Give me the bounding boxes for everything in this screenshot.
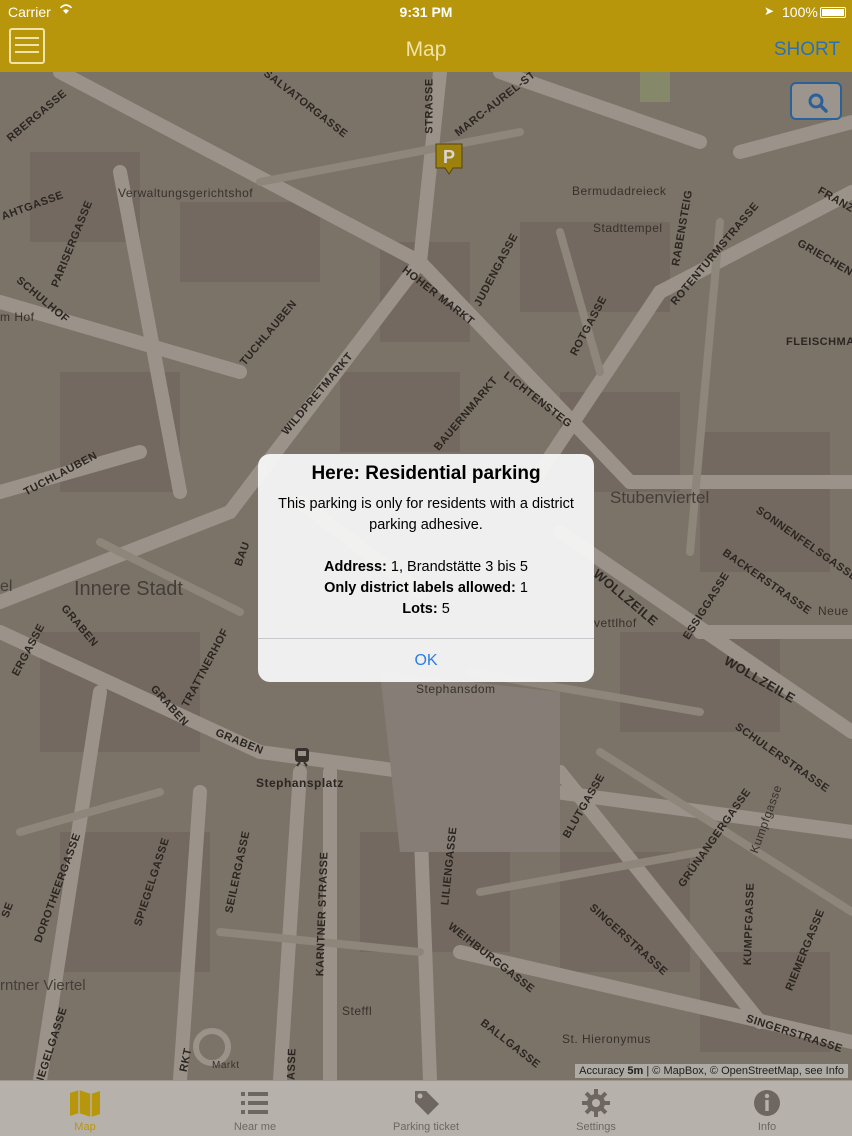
tab-label: Near me xyxy=(233,1121,277,1133)
address-row: Address: 1, Brandstätte 3 bis 5 xyxy=(258,557,594,578)
tab-settings[interactable]: Settings xyxy=(511,1081,681,1136)
district-labels-value: 1 xyxy=(515,580,528,596)
top-bar: Carrier 9:31 PM ➤ 100% Map SHORT xyxy=(0,0,852,72)
tab-info[interactable]: Info xyxy=(682,1081,852,1136)
battery-percent: 100% xyxy=(782,4,818,20)
district-labels-row: Only district labels allowed: 1 xyxy=(258,578,594,599)
status-time: 9:31 PM xyxy=(399,4,453,20)
address-value: 1, Brandstätte 3 bis 5 xyxy=(386,559,528,575)
list-icon xyxy=(238,1087,272,1119)
location-arrow-icon: ➤ xyxy=(764,4,775,18)
status-bar: Carrier 9:31 PM ➤ 100% xyxy=(0,0,852,24)
alert-message: This parking is only for residents with … xyxy=(278,496,574,533)
tab-label: Info xyxy=(757,1121,777,1133)
parking-info-alert: Here: Residential parking This parking i… xyxy=(258,454,594,682)
tag-icon xyxy=(409,1087,443,1119)
tab-label: Map xyxy=(74,1121,96,1133)
ok-button[interactable]: OK xyxy=(258,639,594,682)
short-button[interactable]: SHORT xyxy=(774,39,840,61)
address-label: Address: xyxy=(324,559,387,575)
tab-label: Settings xyxy=(576,1121,616,1133)
lots-value: 5 xyxy=(437,601,450,617)
tab-map[interactable]: Map xyxy=(0,1081,170,1136)
alert-title: Here: Residential parking xyxy=(311,463,541,484)
page-title: Map xyxy=(405,38,447,61)
tab-parking-ticket[interactable]: Parking ticket xyxy=(341,1081,511,1136)
alert-details: Address: 1, Brandstätte 3 bis 5 Only dis… xyxy=(258,557,594,620)
tab-near-me[interactable]: Near me xyxy=(170,1081,340,1136)
battery-icon xyxy=(820,7,846,18)
lots-row: Lots: 5 xyxy=(258,599,594,620)
map-icon xyxy=(68,1087,102,1119)
info-icon xyxy=(750,1087,784,1119)
gear-icon xyxy=(579,1087,613,1119)
district-labels-label: Only district labels allowed: xyxy=(324,580,516,596)
tab-label: Parking ticket xyxy=(392,1121,460,1133)
tab-bar: Map Near me Parking ticket Settings Info xyxy=(0,1080,852,1136)
lots-label: Lots: xyxy=(402,601,438,617)
